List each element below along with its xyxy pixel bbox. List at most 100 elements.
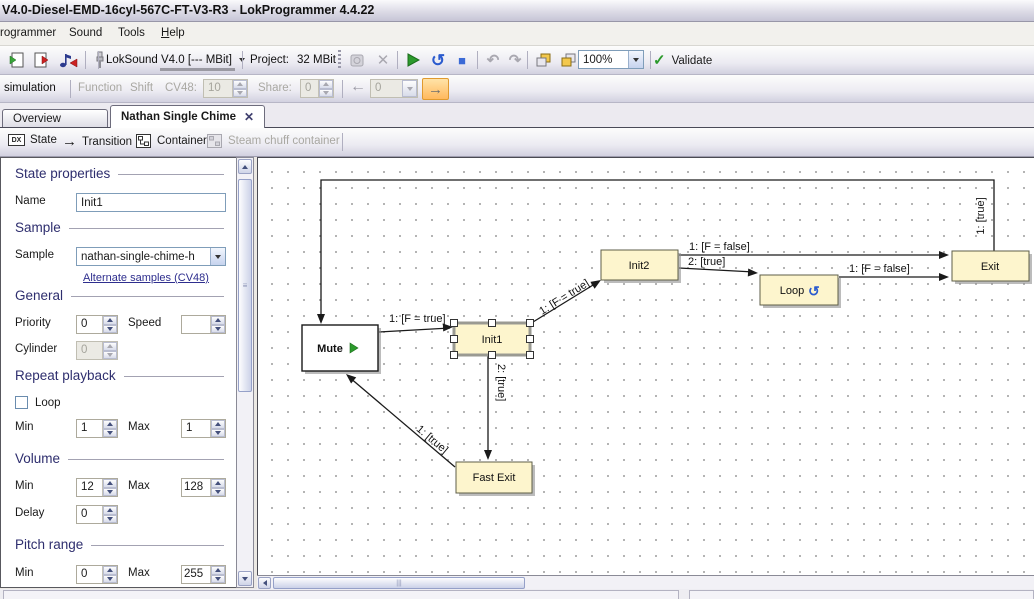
loop-play-button[interactable]: ↺	[426, 49, 450, 71]
edge-init2-loop[interactable]	[679, 268, 754, 272]
spin-down-icon[interactable]	[103, 575, 117, 584]
scroll-down-button[interactable]	[238, 571, 252, 586]
pitch-max-spinner[interactable]: 255	[181, 565, 226, 584]
toolbar-grip[interactable]	[338, 50, 341, 70]
tab-overview[interactable]: Overview	[2, 109, 108, 128]
cv48-spinner[interactable]: 10	[203, 79, 248, 98]
menu-help[interactable]: Help	[161, 27, 185, 39]
title-bar[interactable]: V4.0-Diesel-EMD-16cyl-567C-FT-V3-R3 - Lo…	[0, 0, 1034, 22]
simulation-toolbar: simulation Function Shift CV48: 10 Share…	[0, 75, 1034, 103]
shift-button[interactable]: Shift	[130, 78, 153, 98]
delete-button[interactable]: ✕	[371, 49, 395, 71]
zoom-level-value: 100%	[583, 54, 612, 66]
canvas-horizontal-scrollbar[interactable]: |||	[257, 575, 1034, 589]
node-loop[interactable]: Loop ↺	[760, 275, 838, 305]
spin-down-icon[interactable]	[103, 351, 117, 360]
cylinder-value: 0	[77, 342, 102, 359]
menu-tools[interactable]: Tools	[118, 27, 145, 39]
node-mute-label: Mute	[317, 343, 343, 355]
spin-up-icon[interactable]	[103, 420, 117, 429]
tab-overview-label: Overview	[13, 113, 61, 125]
spin-down-icon[interactable]	[211, 325, 225, 334]
zoom-level-combo[interactable]: 100%	[578, 50, 644, 69]
step-back-button[interactable]: ←	[350, 77, 366, 97]
node-init2[interactable]: Init2	[601, 250, 678, 280]
name-input[interactable]: Init1	[76, 193, 226, 212]
scroll-up-button[interactable]	[238, 159, 252, 174]
step-forward-button[interactable]: →	[422, 78, 449, 100]
add-steam-chuff-container-button[interactable]: Steam chuff container	[207, 134, 340, 148]
share-spinner[interactable]: 0	[300, 79, 334, 98]
state-properties-header: State properties	[15, 166, 110, 181]
open-file-button[interactable]	[4, 49, 28, 71]
function-button[interactable]: Function	[78, 78, 122, 98]
step-combo[interactable]: 0	[370, 79, 418, 98]
node-fast-exit[interactable]: Fast Exit	[456, 462, 532, 493]
node-exit[interactable]: Exit	[952, 251, 1029, 281]
spin-down-icon[interactable]	[103, 429, 117, 438]
node-mute[interactable]: Mute	[302, 325, 378, 371]
menu-programmer[interactable]: rogrammer	[0, 27, 56, 39]
spin-down-icon[interactable]	[103, 325, 117, 334]
edge-mute-init1[interactable]	[379, 328, 450, 332]
spin-down-icon[interactable]	[211, 429, 225, 438]
repeat-min-spinner[interactable]: 1	[76, 419, 118, 438]
loop-checkbox[interactable]	[15, 396, 28, 409]
priority-spinner[interactable]: 0	[76, 315, 118, 334]
play-button[interactable]	[401, 49, 425, 71]
add-transition-button[interactable]: → Transition	[62, 134, 132, 149]
repeat-max-spinner[interactable]: 1	[181, 419, 226, 438]
volume-max-spinner[interactable]: 128	[181, 478, 226, 497]
spin-up-icon[interactable]	[233, 80, 247, 89]
menu-sound[interactable]: Sound	[69, 27, 102, 39]
spin-up-icon[interactable]	[103, 316, 117, 325]
spin-up-icon[interactable]	[211, 566, 225, 575]
right-arrow-icon: →	[428, 81, 443, 98]
add-container-button[interactable]: Container	[136, 134, 207, 148]
spin-up-icon[interactable]	[103, 342, 117, 351]
zoom-out-button[interactable]	[556, 49, 580, 71]
node-init1-selected[interactable]: Init1	[451, 320, 534, 359]
delay-spinner[interactable]: 0	[76, 505, 118, 524]
pitch-min-spinner[interactable]: 0	[76, 565, 118, 584]
spin-down-icon[interactable]	[211, 575, 225, 584]
spin-up-icon[interactable]	[103, 479, 117, 488]
scrollbar-thumb[interactable]: |||	[273, 577, 525, 589]
spin-up-icon[interactable]	[211, 420, 225, 429]
project-size-value: 32 MBit	[297, 50, 336, 70]
add-state-button[interactable]: DX State	[8, 134, 57, 146]
spin-up-icon[interactable]	[211, 316, 225, 325]
stop-button[interactable]: ■	[450, 49, 474, 71]
zoom-in-button[interactable]	[531, 49, 555, 71]
panel-vertical-scrollbar[interactable]: ≡	[236, 157, 254, 588]
decoder-type-dropdown[interactable]: LokSound V4.0 [--- MBit]	[106, 50, 245, 70]
speed-spinner[interactable]	[181, 315, 226, 334]
sample-label: Sample	[15, 249, 54, 261]
spin-down-icon[interactable]	[103, 515, 117, 524]
spin-up-icon[interactable]	[103, 566, 117, 575]
spin-up-icon[interactable]	[319, 80, 333, 89]
sample-header: Sample	[15, 220, 61, 235]
undo-button[interactable]: ↶	[481, 49, 505, 71]
cylinder-spinner[interactable]: 0	[76, 341, 118, 360]
export-sound-button[interactable]	[56, 49, 80, 71]
spin-down-icon[interactable]	[233, 89, 247, 98]
spin-down-icon[interactable]	[319, 89, 333, 98]
alternate-samples-link[interactable]: Alternate samples (CV48)	[83, 272, 209, 284]
export-file-button[interactable]	[30, 49, 54, 71]
spin-down-icon[interactable]	[211, 488, 225, 497]
scroll-left-button[interactable]	[258, 577, 271, 589]
redo-button[interactable]: ↷	[503, 49, 527, 71]
diagram-canvas[interactable]: Mute Init2 Loop ↺ Exit	[257, 157, 1034, 575]
validate-button[interactable]: ✓ Validate	[652, 49, 724, 72]
volume-min-spinner[interactable]: 12	[76, 478, 118, 497]
tab-nathan-single-chime[interactable]: Nathan Single Chime ✕	[110, 105, 265, 128]
spin-up-icon[interactable]	[103, 506, 117, 515]
sample-dropdown[interactable]: nathan-single-chime-h	[76, 247, 226, 266]
spin-down-icon[interactable]	[103, 488, 117, 497]
spin-up-icon[interactable]	[211, 479, 225, 488]
close-icon[interactable]: ✕	[244, 110, 254, 124]
scrollbar-thumb[interactable]: ≡	[238, 179, 252, 392]
write-decoder-button[interactable]	[346, 49, 370, 71]
chevron-down-icon[interactable]	[402, 80, 417, 97]
